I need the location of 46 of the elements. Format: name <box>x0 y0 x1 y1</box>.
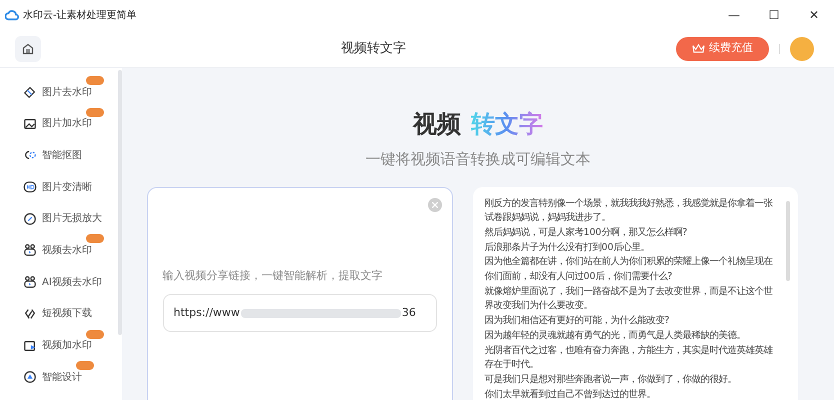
cloud-logo-icon <box>5 9 19 21</box>
hero-title: 视频 <box>413 109 461 140</box>
close-button[interactable]: ✕ <box>794 0 834 30</box>
maximize-button[interactable]: ☐ <box>754 0 794 30</box>
transcript-line: 你们太早就看到过自己不曾到达过的世界。 <box>484 388 656 400</box>
hd-icon <box>23 180 37 194</box>
sidebar-item[interactable]: 图片变清晰 <box>23 179 92 196</box>
design-icon <box>23 370 37 384</box>
magnify-icon <box>23 212 37 226</box>
sidebar-item[interactable]: 图片无损放大 <box>23 210 102 227</box>
sidebar-item[interactable]: 智能抠图 <box>23 147 82 164</box>
hero-subtitle: 一键将视频语音转换成可编辑文本 <box>366 149 590 170</box>
url-input-field[interactable]: https://www 36 <box>162 294 436 332</box>
transcript-line: 因为他全篇都在讲，你们站在前人为你们积累的荣耀上像一个礼物呈现在你们面前，却没有人问过00后，你们需要什么? <box>484 255 774 284</box>
image-icon <box>23 116 37 131</box>
transcript-line: 可是我们只是想对那些奔跑者说一声，你做到了，你做的很好。 <box>484 372 738 387</box>
crown-icon <box>692 43 705 54</box>
transcript-line: 因为我们相信还有更好的可能，为什么能改变? <box>484 314 670 328</box>
home-button[interactable] <box>15 36 41 62</box>
url-text: https://www <box>174 304 240 321</box>
sidebar-item[interactable]: AI视频去水印 <box>23 274 102 290</box>
sidebar-item[interactable]: 短视频下载 <box>23 306 92 322</box>
transcript-line: 然后妈妈说，可是人家考100分啊，那又怎么样啊? <box>484 226 688 240</box>
minimize-button[interactable]: — <box>714 0 754 30</box>
transcript-line: 就像熔炉里面说了，我们一路奋战不是为了去改变世界，而是不让这个世界改变我们为什么要改变。 <box>484 284 774 314</box>
input-prompt: 输入视频分享链接，一键智能解析，提取文字 <box>162 268 382 284</box>
sidebar-item[interactable]: 视频去水印 <box>23 242 92 258</box>
eraser-icon <box>23 85 37 99</box>
sidebar-item[interactable]: 智能设计 <box>23 369 82 386</box>
video-icon <box>23 338 37 352</box>
sidebar-item[interactable]: 图片加水印 <box>23 116 92 132</box>
sidebar-item[interactable]: 视频加水印 <box>23 338 92 354</box>
transcript-line: 后浪那条片子为什么没有打到00后心里。 <box>484 240 650 255</box>
link-icon <box>23 306 37 321</box>
transcript-line: 光阴者百代之过客，也唯有奋力奔跑，方能生方，其实是时代造英雄英雄存在于时代。 <box>484 344 774 372</box>
sidebar-item[interactable]: 图片去水印 <box>23 84 92 100</box>
page-title: 视频转文字 <box>341 40 406 58</box>
transcript-line: 因为越年轻的灵魂就越有勇气的光，而勇气是人类最稀缺的美德。 <box>484 328 746 343</box>
avatar[interactable] <box>790 36 814 60</box>
close-icon[interactable] <box>428 198 442 212</box>
window-title: 水印云-让素材处理更简单 <box>23 8 137 22</box>
transcript-line: 刚反方的发言特别像一个场景，就我我我好熟悉，我感觉就是你拿着一张试卷跟妈妈说，妈妈我进步了。 <box>484 196 774 226</box>
video-icon <box>23 243 37 258</box>
home-icon <box>22 42 34 54</box>
url-text: 36 <box>402 304 416 321</box>
video-icon <box>23 275 37 290</box>
